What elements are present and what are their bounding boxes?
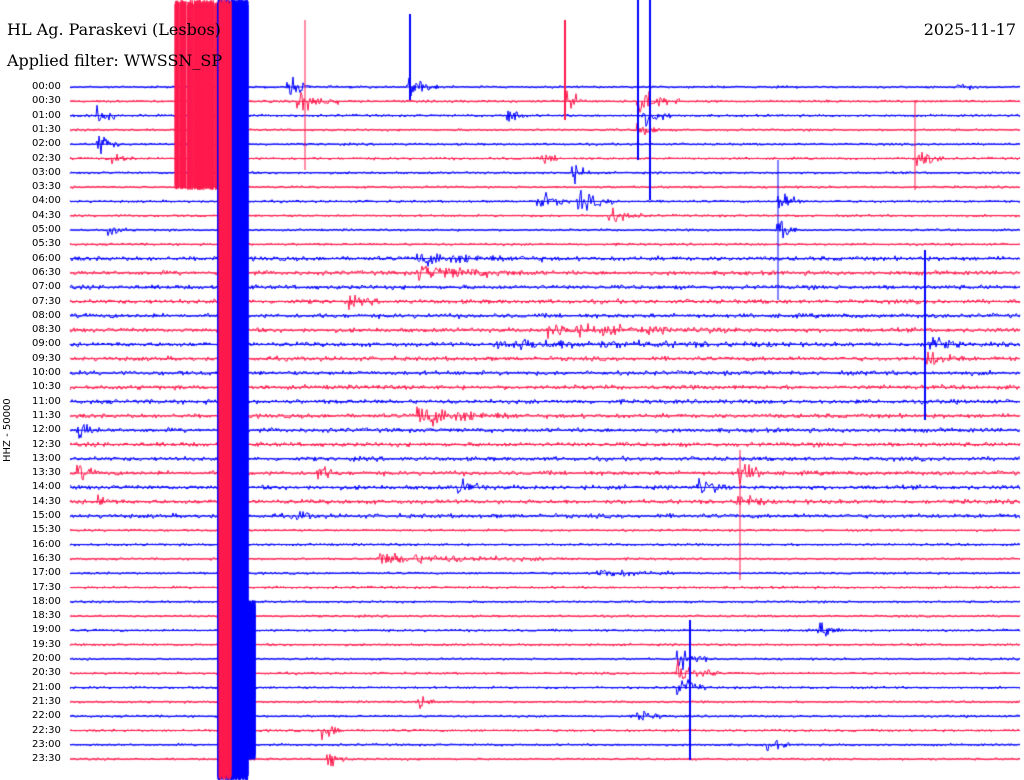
time-label: 18:30 (32, 610, 61, 622)
channel-label: HHZ - 50000 (2, 398, 13, 462)
time-label: 21:30 (32, 695, 61, 707)
time-label: 00:30 (32, 95, 61, 107)
time-label: 09:00 (32, 338, 61, 350)
time-label: 07:30 (32, 295, 61, 307)
time-label: 16:00 (32, 538, 61, 550)
time-label: 19:00 (32, 624, 61, 636)
time-label: 14:30 (32, 495, 61, 507)
time-label: 20:00 (32, 653, 61, 664)
time-label: 15:00 (32, 510, 61, 521)
time-label: 21:00 (32, 681, 61, 693)
time-label: 22:00 (32, 710, 61, 722)
time-label: 02:00 (32, 138, 61, 150)
time-label: 10:00 (32, 367, 61, 378)
time-label: 12:30 (32, 438, 61, 450)
time-label: 20:30 (32, 667, 61, 679)
time-label: 10:30 (32, 381, 61, 393)
time-label: 07:00 (32, 281, 61, 293)
time-label: 19:30 (32, 638, 61, 650)
time-label: 08:30 (32, 324, 61, 336)
time-label: 05:00 (32, 224, 61, 235)
time-label: 01:30 (32, 123, 61, 135)
time-label: 01:00 (32, 109, 61, 121)
record-date: 2025-11-17 (923, 20, 1016, 39)
time-label: 06:00 (32, 252, 61, 264)
time-label: 16:30 (32, 552, 61, 564)
time-label: 15:30 (32, 524, 61, 536)
time-label: 17:30 (32, 581, 61, 593)
time-label: 11:00 (32, 395, 61, 407)
time-label: 09:30 (32, 352, 61, 364)
time-label: 06:30 (32, 266, 61, 278)
time-label: 13:30 (32, 467, 61, 479)
time-label: 02:30 (32, 152, 61, 164)
time-label: 18:00 (32, 595, 61, 607)
time-label: 23:30 (32, 753, 61, 765)
time-label: 08:00 (32, 309, 61, 321)
time-label: 03:00 (32, 166, 61, 178)
time-label: 03:30 (32, 181, 61, 193)
time-label: 22:30 (32, 724, 61, 736)
time-label: 04:00 (32, 195, 61, 207)
time-label: 11:30 (32, 409, 61, 421)
time-label: 17:00 (32, 567, 61, 579)
time-label: 12:00 (32, 424, 61, 436)
time-label: 00:00 (32, 81, 61, 92)
time-label: 13:00 (32, 452, 61, 464)
time-label: 14:00 (32, 481, 61, 493)
time-label: 04:30 (32, 209, 61, 221)
time-label: 05:30 (32, 238, 61, 250)
time-label: 23:00 (32, 738, 61, 750)
seismogram-traces (0, 0, 1024, 780)
